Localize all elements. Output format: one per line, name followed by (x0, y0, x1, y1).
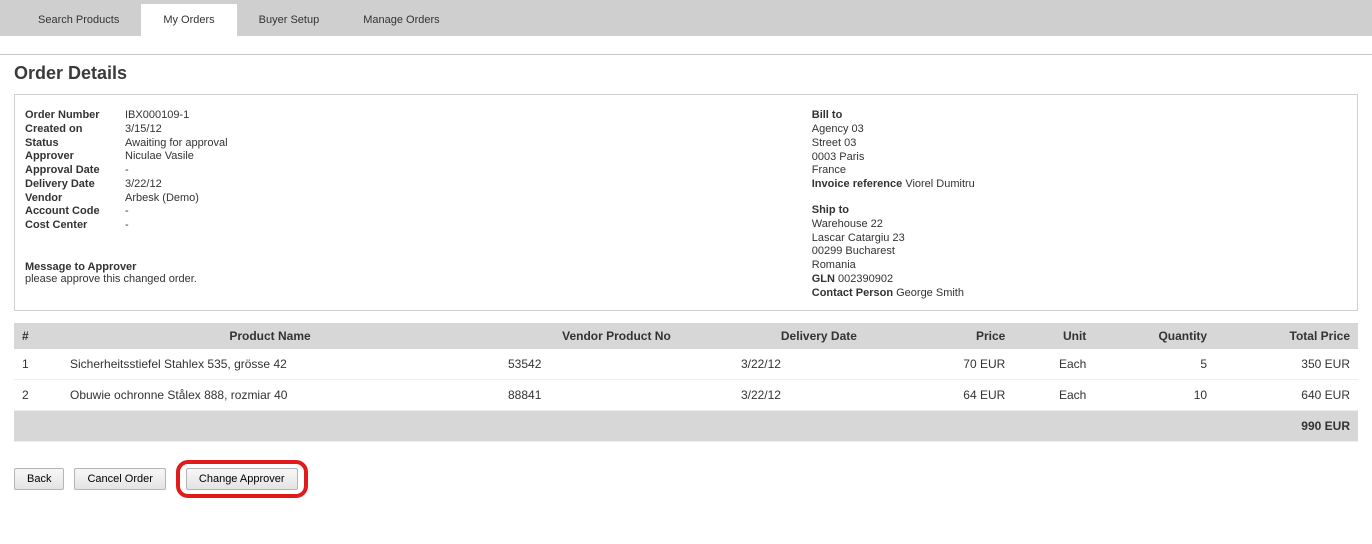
cell-unit: Each (1013, 349, 1094, 380)
bill-to-line: 0003 Paris (812, 151, 1347, 165)
cell-unit: Each (1013, 380, 1094, 411)
cell-price: 70 EUR (905, 349, 1013, 380)
tab-buyer-setup[interactable]: Buyer Setup (237, 4, 342, 36)
cell-price: 64 EUR (905, 380, 1013, 411)
cell-product-name: Sicherheitsstiefel Stahlex 535, grösse 4… (40, 349, 500, 380)
cancel-order-button[interactable]: Cancel Order (74, 468, 165, 490)
approver-value: Niculae Vasile (125, 150, 792, 164)
order-number-value: IBX000109-1 (125, 109, 792, 123)
table-row: 2 Obuwie ochronne Stålex 888, rozmiar 40… (14, 380, 1358, 411)
cost-center-value: - (125, 219, 792, 233)
tab-search-products[interactable]: Search Products (16, 4, 141, 36)
cell-quantity: 10 (1094, 380, 1215, 411)
col-vendor-no: Vendor Product No (500, 323, 733, 349)
cell-quantity: 5 (1094, 349, 1215, 380)
col-total: Total Price (1215, 323, 1358, 349)
tab-manage-orders[interactable]: Manage Orders (341, 4, 461, 36)
delivery-date-value: 3/22/12 (125, 178, 792, 192)
gln-label: GLN (812, 273, 835, 285)
change-approver-button[interactable]: Change Approver (186, 468, 298, 490)
bill-to-line: Agency 03 (812, 123, 1347, 137)
status-label: Status (25, 137, 125, 151)
invoice-ref-value: Viorel Dumitru (905, 178, 975, 190)
cell-product-name: Obuwie ochronne Stålex 888, rozmiar 40 (40, 380, 500, 411)
account-code-value: - (125, 205, 792, 219)
bill-to-line: France (812, 164, 1347, 178)
cell-vendor-no: 88841 (500, 380, 733, 411)
back-button[interactable]: Back (14, 468, 64, 490)
order-number-label: Order Number (25, 109, 125, 123)
ship-to-line: Lascar Catargiu 23 (812, 232, 1347, 246)
table-header-row: # Product Name Vendor Product No Deliver… (14, 323, 1358, 349)
tab-bar: Search Products My Orders Buyer Setup Ma… (0, 0, 1372, 36)
created-on-value: 3/15/12 (125, 123, 792, 137)
col-product-name: Product Name (40, 323, 500, 349)
products-table: # Product Name Vendor Product No Deliver… (14, 323, 1358, 442)
address-section: Bill to Agency 03 Street 03 0003 Paris F… (792, 109, 1347, 300)
invoice-ref-label: Invoice reference (812, 178, 903, 190)
status-value: Awaiting for approval (125, 137, 792, 151)
col-quantity: Quantity (1094, 323, 1215, 349)
approver-label: Approver (25, 150, 125, 164)
approval-date-value: - (125, 164, 792, 178)
table-row: 1 Sicherheitsstiefel Stahlex 535, grösse… (14, 349, 1358, 380)
approval-date-label: Approval Date (25, 164, 125, 178)
vendor-value: Arbesk (Demo) (125, 192, 792, 206)
created-on-label: Created on (25, 123, 125, 137)
col-idx: # (14, 323, 40, 349)
contact-person-value: George Smith (896, 287, 964, 299)
bill-to-header: Bill to (812, 109, 1347, 121)
col-unit: Unit (1013, 323, 1094, 349)
order-details-box: Order NumberIBX000109-1 Created on3/15/1… (14, 94, 1358, 311)
ship-to-header: Ship to (812, 204, 1347, 216)
message-label: Message to Approver (25, 261, 792, 273)
cost-center-label: Cost Center (25, 219, 125, 233)
grand-total: 990 EUR (14, 411, 1358, 442)
message-text: please approve this changed order. (25, 273, 792, 285)
contact-person-label: Contact Person (812, 287, 893, 299)
order-summary: Order NumberIBX000109-1 Created on3/15/1… (25, 109, 792, 300)
page-title: Order Details (14, 63, 1358, 84)
cell-vendor-no: 53542 (500, 349, 733, 380)
ship-to-line: Warehouse 22 (812, 218, 1347, 232)
highlight-ring: Change Approver (176, 460, 308, 498)
bill-to-line: Street 03 (812, 137, 1347, 151)
vendor-label: Vendor (25, 192, 125, 206)
divider (0, 54, 1372, 55)
account-code-label: Account Code (25, 205, 125, 219)
col-price: Price (905, 323, 1013, 349)
cell-delivery-date: 3/22/12 (733, 380, 905, 411)
table-total-row: 990 EUR (14, 411, 1358, 442)
gln-value: 002390902 (838, 273, 893, 285)
ship-to-line: 00299 Bucharest (812, 245, 1347, 259)
col-delivery-date: Delivery Date (733, 323, 905, 349)
cell-idx: 2 (14, 380, 40, 411)
cell-delivery-date: 3/22/12 (733, 349, 905, 380)
button-row: Back Cancel Order Change Approver (14, 460, 1358, 498)
cell-total: 350 EUR (1215, 349, 1358, 380)
cell-idx: 1 (14, 349, 40, 380)
cell-total: 640 EUR (1215, 380, 1358, 411)
delivery-date-label: Delivery Date (25, 178, 125, 192)
ship-to-line: Romania (812, 259, 1347, 273)
tab-my-orders[interactable]: My Orders (141, 4, 236, 36)
